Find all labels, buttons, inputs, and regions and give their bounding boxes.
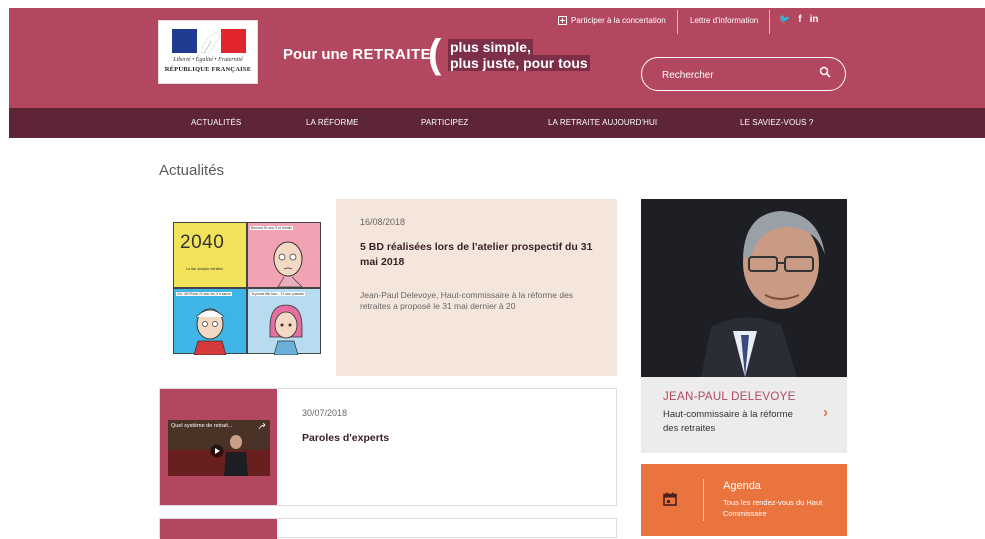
social-links: 🐦 f in [779, 14, 818, 25]
marianne-icon [200, 32, 221, 54]
comic-panel: Bernard 30 ans, 5 et retraite [247, 222, 321, 288]
plus-box-icon [558, 16, 567, 25]
comic-caption: Bernard 30 ans, 5 et retraite [250, 226, 294, 230]
nav-item-actualites[interactable]: ACTUALITÉS [191, 118, 241, 127]
newsletter-link[interactable]: Lettre d'information [690, 16, 758, 25]
logo-motto: Liberté • Égalité • Fraternité [173, 57, 243, 63]
tagline-prefix: Pour une [283, 46, 349, 63]
article-date: 30/07/2018 [302, 408, 348, 418]
slogan-line-2: plus juste, pour tous [448, 55, 590, 71]
comic-character [273, 241, 303, 288]
article-card-body: 16/08/2018 5 BD réalisées lors de l'atel… [336, 199, 617, 376]
linkedin-icon[interactable]: in [810, 14, 819, 25]
article-title[interactable]: Paroles d'experts [302, 431, 552, 446]
article-card[interactable]: Quel système de retrait... 30/07/2018 Pa… [159, 388, 617, 506]
agenda-title: Agenda [723, 480, 761, 492]
comic-character [269, 304, 303, 355]
article-thumbnail [160, 519, 277, 539]
agenda-subtitle: Tous les rendez-vous du Haut Commissaire [723, 498, 823, 518]
participate-link[interactable]: Participer à la concertation [558, 16, 666, 25]
portrait-photo [641, 199, 847, 377]
site-tagline: Pour une RETRAITE [283, 46, 431, 63]
comic-panel: Ta pense fille fran... 31 ans, pasnato [247, 288, 321, 355]
search-input[interactable] [660, 66, 814, 84]
search-box [641, 57, 846, 91]
article-card[interactable]: 2040 La fiac analyse retraites Bernard 3… [159, 199, 617, 376]
bracket-decoration: ( [428, 32, 442, 76]
newsletter-link-label: Lettre d'information [690, 16, 759, 25]
comic-year: 2040 [180, 232, 225, 253]
republique-francaise-logo[interactable]: Liberté • Égalité • Fraternité RÉPUBLIQU… [158, 20, 258, 84]
article-title[interactable]: 5 BD réalisées lors de l'atelier prospec… [360, 240, 600, 270]
article-date: 16/08/2018 [360, 217, 406, 227]
profile-name: JEAN-PAUL DELEVOYE [663, 391, 796, 403]
comic-caption: Gio, 48 Rhone 20 ans net, 5 à cause [176, 292, 232, 296]
slogan-line-1: plus simple, [448, 39, 533, 55]
share-icon[interactable] [258, 423, 266, 431]
main-nav: ACTUALITÉS LA RÉFORME PARTICIPEZ LA RETR… [9, 108, 985, 138]
logo-republic: RÉPUBLIQUE FRANÇAISE [164, 66, 252, 73]
facebook-icon[interactable]: f [798, 14, 801, 25]
nav-item-la-retraite-aujourdhui[interactable]: LA RETRAITE AUJOURD'HUI [548, 118, 657, 127]
comic-character [193, 308, 227, 355]
tagline-emphasis: RETRAITE [352, 46, 432, 63]
site-slogan: plus simple, plus juste, pour tous [448, 39, 590, 71]
article-card[interactable] [159, 518, 617, 539]
profile-role: Haut-commissaire à la réforme des retrai… [663, 409, 793, 434]
article-thumbnail: Quel système de retrait... [160, 389, 277, 505]
divider [769, 10, 770, 34]
nav-item-participez[interactable]: PARTICIPEZ [421, 118, 468, 127]
calendar-icon [663, 492, 677, 506]
divider [703, 479, 704, 521]
agenda-card[interactable]: Agenda Tous les rendez-vous du Haut Comm… [641, 464, 847, 536]
chevron-right-icon[interactable]: › [823, 404, 828, 421]
comic-caption: Ta pense fille fran... 31 ans, pasnato [250, 292, 305, 296]
comic-panel: 2040 La fiac analyse retraites [173, 222, 247, 288]
divider [677, 10, 678, 34]
page-title: Actualités [159, 162, 225, 179]
twitter-icon[interactable]: 🐦 [779, 14, 790, 25]
comic-thumbnail: 2040 La fiac analyse retraites Bernard 3… [159, 199, 335, 376]
participate-link-label: Participer à la concertation [571, 16, 666, 25]
video-title: Quel système de retrait... [171, 423, 233, 429]
nav-item-le-saviez-vous[interactable]: LE SAVIEZ-VOUS ? [740, 118, 813, 127]
portrait-image [641, 199, 847, 377]
article-excerpt: Jean-Paul Delevoye, Haut-commissaire à l… [360, 290, 574, 311]
nav-item-la-reforme[interactable]: LA RÉFORME [306, 118, 359, 127]
search-icon[interactable] [819, 66, 831, 78]
comic-panel: Gio, 48 Rhone 20 ans net, 5 à cause [173, 288, 247, 355]
profile-card[interactable]: JEAN-PAUL DELEVOYE Haut-commissaire à la… [641, 377, 847, 453]
comic-caption: La fiac analyse retraites [186, 267, 223, 271]
play-icon[interactable] [210, 444, 224, 458]
video-thumbnail[interactable]: Quel système de retrait... [168, 420, 270, 476]
